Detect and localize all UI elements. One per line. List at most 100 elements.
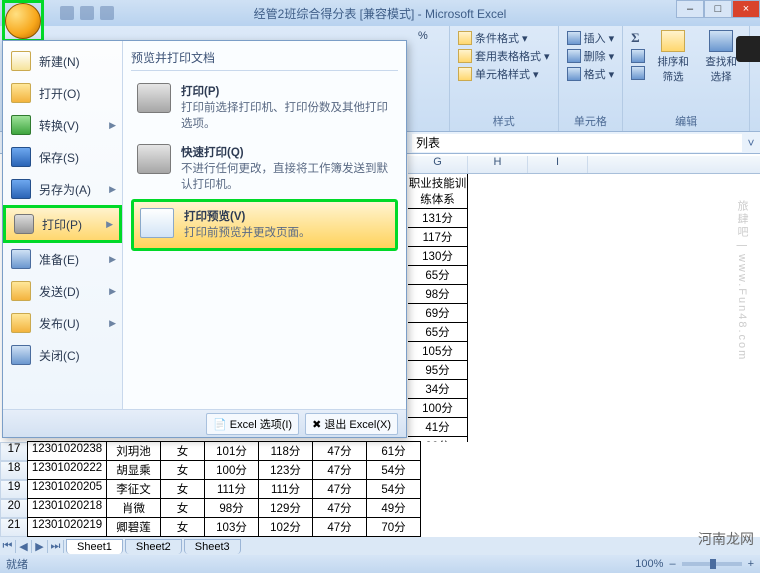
cell[interactable]: 女 [160,479,205,499]
cell[interactable]: 47分 [312,460,367,480]
cell[interactable]: 98分 [408,285,468,304]
exit-excel-button[interactable]: ✖ 退出 Excel(X) [305,413,398,435]
tab-nav-first[interactable]: ⏮ [0,540,16,553]
zoom-slider[interactable] [682,562,742,566]
menu-new[interactable]: 新建(N) [3,45,122,77]
cell[interactable]: 65分 [408,323,468,342]
cell[interactable]: 12301020218 [27,498,107,518]
zoom-level[interactable]: 100% [635,558,663,570]
cell[interactable]: 100分 [204,460,259,480]
col-header[interactable]: G [408,156,468,173]
cell[interactable]: 12301020205 [27,479,107,499]
formula-bar[interactable] [412,134,742,152]
cell[interactable]: 49分 [366,498,421,518]
cell[interactable]: 70分 [366,517,421,537]
close-button[interactable]: × [732,0,760,18]
office-button[interactable] [2,0,44,42]
cell[interactable]: 职业技能训练体系 [408,174,468,209]
conditional-format-button[interactable]: 条件格式 ▾ [475,30,528,46]
cell[interactable]: 12301020222 [27,460,107,480]
clear-icon[interactable] [631,66,645,80]
tab-sheet1[interactable]: Sheet1 [66,539,123,554]
delete-button[interactable]: 删除 ▾ [584,48,615,64]
row-header[interactable]: 21 [0,518,28,537]
cell-styles-button[interactable]: 单元格样式 ▾ [475,66,539,82]
cell[interactable]: 47分 [312,517,367,537]
tab-nav-next[interactable]: ▶ [32,540,48,553]
row-header[interactable]: 20 [0,499,28,518]
format-button[interactable]: 格式 ▾ [584,66,615,82]
submenu-print[interactable]: 打印(P) 打印前选择打印机、打印份数及其他打印选项。 [131,77,398,138]
cell[interactable]: 118分 [258,441,313,461]
minimize-button[interactable]: – [676,0,704,18]
cell[interactable]: 102分 [258,517,313,537]
tab-nav-prev[interactable]: ◀ [16,540,32,553]
row-header[interactable]: 17 [0,442,28,461]
row-header[interactable]: 18 [0,461,28,480]
cell[interactable]: 111分 [204,479,259,499]
menu-close[interactable]: 关闭(C) [3,339,122,371]
col-header[interactable]: I [528,156,588,173]
cell[interactable]: 117分 [408,228,468,247]
row-header[interactable]: 19 [0,480,28,499]
menu-prepare[interactable]: 准备(E)▶ [3,243,122,275]
tab-sheet2[interactable]: Sheet2 [125,539,182,554]
menu-publish[interactable]: 发布(U)▶ [3,307,122,339]
cell[interactable]: 69分 [408,304,468,323]
cell[interactable]: 111分 [258,479,313,499]
cell[interactable]: 130分 [408,247,468,266]
cell[interactable]: 129分 [258,498,313,518]
menu-save[interactable]: 保存(S) [3,141,122,173]
cell[interactable]: 女 [160,498,205,518]
cell[interactable]: 47分 [312,498,367,518]
submenu-print-preview[interactable]: 打印预览(V) 打印前预览并更改页面。 [131,199,398,251]
cell[interactable]: 女 [160,517,205,537]
tab-nav-last[interactable]: ⏭ [48,540,64,553]
table-format-button[interactable]: 套用表格格式 ▾ [475,48,550,64]
cell[interactable]: 胡显乘 [106,460,161,480]
cell[interactable]: 12301020219 [27,517,107,537]
menu-convert[interactable]: 转换(V)▶ [3,109,122,141]
insert-button[interactable]: 插入 ▾ [584,30,615,46]
cell[interactable]: 100分 [408,399,468,418]
cell[interactable]: 女 [160,441,205,461]
excel-options-button[interactable]: 📄 Excel 选项(I) [206,413,299,435]
cell[interactable]: 61分 [366,441,421,461]
cell[interactable]: 41分 [408,418,468,437]
cell[interactable]: 103分 [204,517,259,537]
sigma-icon[interactable]: Σ [631,30,645,46]
cell[interactable]: 肖微 [106,498,161,518]
menu-save-as[interactable]: 另存为(A)▶ [3,173,122,205]
cell[interactable]: 47分 [312,441,367,461]
menu-send[interactable]: 发送(D)▶ [3,275,122,307]
cell[interactable]: 刘玥池 [106,441,161,461]
percent-icon[interactable]: % [418,30,428,42]
cell[interactable]: 95分 [408,361,468,380]
cell[interactable]: 65分 [408,266,468,285]
cell[interactable]: 98分 [204,498,259,518]
qat-redo-icon[interactable] [100,6,114,20]
cell[interactable]: 34分 [408,380,468,399]
cell[interactable]: 123分 [258,460,313,480]
maximize-button[interactable]: □ [704,0,732,18]
cell[interactable]: 47分 [312,479,367,499]
sort-filter-button[interactable]: 排序和筛选 [653,30,693,84]
menu-open[interactable]: 打开(O) [3,77,122,109]
fill-icon[interactable] [631,49,645,63]
cell[interactable]: 54分 [366,479,421,499]
cell[interactable]: 李征文 [106,479,161,499]
fx-expand-icon[interactable]: ˅ [742,136,760,150]
menu-print[interactable]: 打印(P)▶ [3,205,122,243]
col-header[interactable]: H [468,156,528,173]
tab-sheet3[interactable]: Sheet3 [184,539,241,554]
cell[interactable]: 12301020238 [27,441,107,461]
zoom-out-button[interactable]: – [669,558,675,570]
qat-save-icon[interactable] [60,6,74,20]
qat-undo-icon[interactable] [80,6,94,20]
cell[interactable]: 131分 [408,209,468,228]
cell[interactable]: 54分 [366,460,421,480]
cell[interactable]: 卿碧莲 [106,517,161,537]
cell[interactable]: 101分 [204,441,259,461]
cell[interactable]: 女 [160,460,205,480]
zoom-in-button[interactable]: + [748,558,754,570]
